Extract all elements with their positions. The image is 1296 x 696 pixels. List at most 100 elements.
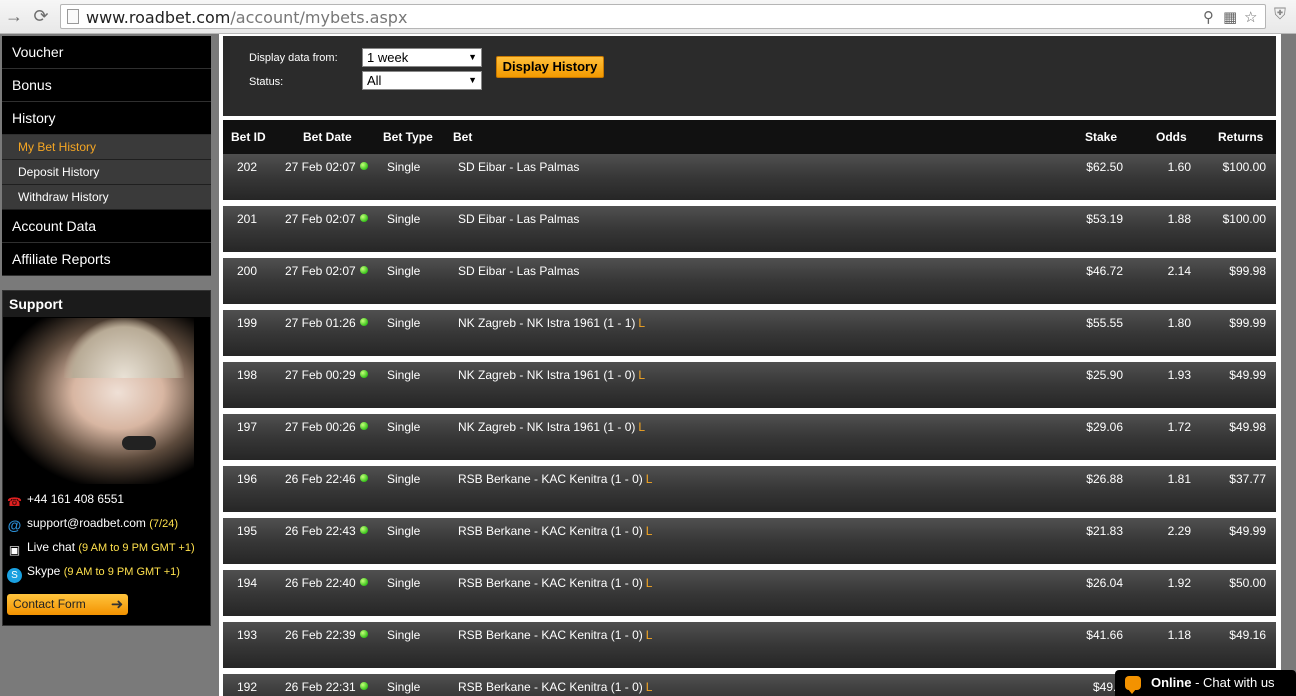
- cell-bet[interactable]: RSB Berkane - KAC Kenitra (1 - 0) L: [458, 680, 652, 694]
- table-row[interactable]: 194 26 Feb 22:40 Single RSB Berkane - KAC K…: [223, 570, 1276, 616]
- cell-returns: $99.99: [1229, 316, 1266, 330]
- cell-odds: 1.81: [1167, 472, 1191, 486]
- header-returns: Returns: [1218, 130, 1264, 144]
- address-bar[interactable]: www.roadbet.com/account/mybets.aspx ⚲ ▦ …: [60, 4, 1266, 29]
- header-odds: Odds: [1156, 130, 1187, 144]
- cell-returns: $100.00: [1222, 212, 1266, 226]
- sidebar-subitem-my-bet-history[interactable]: My Bet History: [2, 135, 211, 160]
- cell-bet[interactable]: SD Eibar - Las Palmas: [458, 212, 582, 226]
- cell-returns: $49.98: [1229, 420, 1266, 434]
- table-row[interactable]: 197 27 Feb 00:26 Single NK Zagreb - NK Istr…: [223, 414, 1276, 460]
- cell-bet[interactable]: SD Eibar - Las Palmas: [458, 264, 582, 278]
- cell-bet-type: Single: [387, 628, 421, 642]
- live-badge: L: [638, 420, 646, 434]
- header-bet-id: Bet ID: [231, 130, 266, 144]
- cell-bet-date: 26 Feb 22:40: [285, 576, 368, 590]
- cell-bet-type: Single: [387, 524, 421, 538]
- url-text: www.roadbet.com/account/mybets.aspx: [86, 8, 408, 27]
- cell-bet-type: Single: [387, 420, 421, 434]
- cell-stake: $49.9: [1092, 680, 1123, 694]
- cell-bet-type: Single: [387, 264, 421, 278]
- key-icon[interactable]: ⚲: [1203, 8, 1214, 26]
- cell-bet-date: 27 Feb 00:29: [285, 368, 368, 382]
- cell-bet-id: 202: [237, 160, 258, 174]
- sidebar-item-bonus[interactable]: Bonus: [2, 69, 211, 102]
- live-badge: L: [645, 472, 653, 486]
- cell-returns: $37.77: [1229, 472, 1266, 486]
- table-row[interactable]: 195 26 Feb 22:43 Single RSB Berkane - KAC K…: [223, 518, 1276, 564]
- cell-bet-date: 26 Feb 22:39: [285, 628, 368, 642]
- cell-bet-type: Single: [387, 212, 421, 226]
- display-from-select[interactable]: 1 week ▼: [362, 48, 482, 67]
- header-bet-date: Bet Date: [303, 130, 352, 144]
- live-badge: L: [638, 316, 646, 330]
- star-icon[interactable]: ☆: [1244, 8, 1257, 26]
- status-select[interactable]: All ▼: [362, 71, 482, 90]
- cell-bet[interactable]: NK Zagreb - NK Istra 1961 (1 - 0) L: [458, 420, 645, 434]
- cell-bet-date: 27 Feb 02:07: [285, 264, 368, 278]
- display-from-label: Display data from:: [249, 52, 338, 64]
- support-live-chat[interactable]: ▣ Live chat (9 AM to 9 PM GMT +1): [7, 540, 195, 558]
- cell-bet[interactable]: RSB Berkane - KAC Kenitra (1 - 0) L: [458, 524, 652, 538]
- cell-stake: $29.06: [1086, 420, 1123, 434]
- cell-bet-type: Single: [387, 368, 421, 382]
- account-sidebar: Voucher Bonus History My Bet History Dep…: [2, 36, 211, 276]
- reload-icon[interactable]: ⟳: [31, 6, 51, 26]
- cell-bet[interactable]: RSB Berkane - KAC Kenitra (1 - 0) L: [458, 472, 652, 486]
- table-row[interactable]: 202 27 Feb 02:07 Single SD Eibar - Las Palm…: [223, 154, 1276, 200]
- cell-bet-id: 195: [237, 524, 258, 538]
- cell-stake: $46.72: [1086, 264, 1123, 278]
- table-row[interactable]: 193 26 Feb 22:39 Single RSB Berkane - KAC K…: [223, 622, 1276, 668]
- cell-bet[interactable]: NK Zagreb - NK Istra 1961 (1 - 1) L: [458, 316, 645, 330]
- cell-returns: $49.99: [1229, 524, 1266, 538]
- cell-bet-id: 198: [237, 368, 258, 382]
- cell-odds: 1.88: [1167, 212, 1191, 226]
- live-badge: L: [645, 576, 653, 590]
- status-label: Status:: [249, 76, 284, 88]
- cell-bet[interactable]: RSB Berkane - KAC Kenitra (1 - 0) L: [458, 576, 652, 590]
- table-row[interactable]: 198 27 Feb 00:29 Single NK Zagreb - NK Istr…: [223, 362, 1276, 408]
- dropdown-arrow-icon: ▼: [468, 75, 477, 85]
- header-bet: Bet: [453, 130, 473, 144]
- status-dot-icon: [359, 474, 368, 482]
- cell-bet-type: Single: [387, 316, 421, 330]
- chat-bubble-icon: [1125, 676, 1141, 694]
- support-skype[interactable]: S Skype (9 AM to 9 PM GMT +1): [7, 564, 180, 583]
- bets-table-header: Bet ID Bet Date Bet Type Bet Stake Odds …: [223, 120, 1276, 154]
- status-dot-icon: [359, 318, 368, 326]
- cell-bet-date: 27 Feb 01:26: [285, 316, 368, 330]
- sidebar-item-voucher[interactable]: Voucher: [2, 36, 211, 69]
- translate-icon[interactable]: ▦: [1223, 8, 1237, 26]
- live-badge: L: [645, 524, 653, 538]
- shield-icon[interactable]: ⛨: [1274, 6, 1290, 26]
- cell-bet[interactable]: NK Zagreb - NK Istra 1961 (1 - 0) L: [458, 368, 645, 382]
- online-chat-tab[interactable]: Online - Chat with us: [1115, 670, 1296, 696]
- status-dot-icon: [359, 630, 368, 638]
- sidebar-item-account-data[interactable]: Account Data: [2, 210, 211, 243]
- cell-bet-type: Single: [387, 576, 421, 590]
- arrow-right-icon: ➜: [110, 596, 124, 613]
- table-row[interactable]: 201 27 Feb 02:07 Single SD Eibar - Las Palm…: [223, 206, 1276, 252]
- cell-odds: 1.18: [1167, 628, 1191, 642]
- support-email[interactable]: @ support@roadbet.com (7/24): [7, 516, 178, 533]
- cell-bet[interactable]: SD Eibar - Las Palmas: [458, 160, 582, 174]
- cell-bet-date: 27 Feb 02:07: [285, 160, 368, 174]
- cell-odds: 1.92: [1167, 576, 1191, 590]
- display-history-button[interactable]: Display History: [496, 56, 604, 78]
- back-arrow-icon[interactable]: →: [4, 6, 24, 26]
- contact-form-button[interactable]: Contact Form ➜: [7, 594, 128, 615]
- cell-stake: $26.04: [1086, 576, 1123, 590]
- sidebar-item-history[interactable]: History: [2, 102, 211, 135]
- cell-odds: 2.29: [1167, 524, 1191, 538]
- sidebar-item-affiliate-reports[interactable]: Affiliate Reports: [2, 243, 211, 276]
- at-sign-icon: @: [7, 517, 22, 533]
- table-row[interactable]: 199 27 Feb 01:26 Single NK Zagreb - NK Istr…: [223, 310, 1276, 356]
- table-row[interactable]: 200 27 Feb 02:07 Single SD Eibar - Las Palm…: [223, 258, 1276, 304]
- cell-stake: $62.50: [1086, 160, 1123, 174]
- sidebar-subitem-deposit-history[interactable]: Deposit History: [2, 160, 211, 185]
- cell-bet-id: 192: [237, 680, 258, 694]
- table-row[interactable]: 196 26 Feb 22:46 Single RSB Berkane - KAC K…: [223, 466, 1276, 512]
- chat-bubble-icon: ▣: [8, 543, 21, 557]
- cell-bet[interactable]: RSB Berkane - KAC Kenitra (1 - 0) L: [458, 628, 652, 642]
- sidebar-subitem-withdraw-history[interactable]: Withdraw History: [2, 185, 211, 210]
